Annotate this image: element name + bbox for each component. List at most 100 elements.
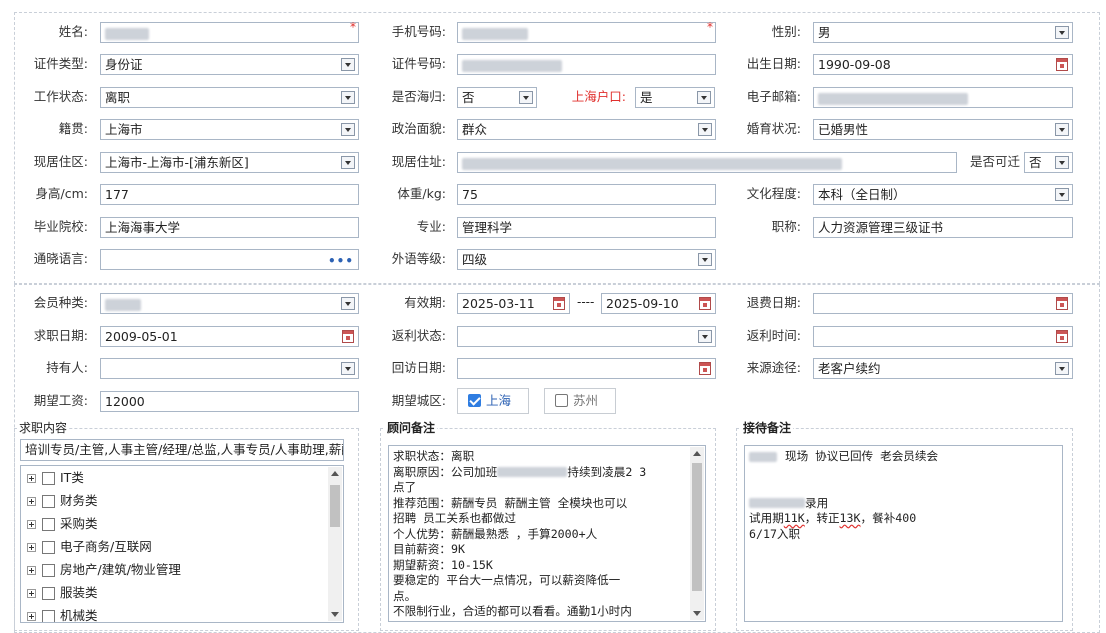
chevron-down-icon[interactable] xyxy=(1055,156,1069,169)
scroll-up-icon[interactable] xyxy=(693,451,701,456)
expand-icon[interactable] xyxy=(27,566,36,575)
validity-end-field[interactable]: 2025-09-10 xyxy=(601,293,716,314)
chevron-down-icon[interactable] xyxy=(341,297,355,310)
name-field[interactable] xyxy=(100,22,359,43)
checkbox-icon[interactable] xyxy=(42,587,55,600)
native-select[interactable]: 上海市 xyxy=(100,119,359,140)
jobdate-field[interactable]: 2009-05-01 xyxy=(100,326,359,347)
chevron-down-icon[interactable] xyxy=(341,362,355,375)
validity-start-field[interactable]: 2025-03-11 xyxy=(457,293,570,314)
calendar-icon[interactable] xyxy=(1056,297,1068,310)
chevron-down-icon[interactable] xyxy=(697,91,711,104)
tree-item[interactable]: 采购类 xyxy=(27,514,98,534)
scroll-thumb[interactable] xyxy=(330,485,340,527)
calendar-icon[interactable] xyxy=(699,362,711,375)
education-select[interactable]: 本科（全日制） xyxy=(813,184,1073,205)
expand-icon[interactable] xyxy=(27,589,36,598)
calendar-icon[interactable] xyxy=(1056,58,1068,71)
workstatus-select[interactable]: 离职 xyxy=(100,87,359,108)
chevron-down-icon[interactable] xyxy=(519,91,533,104)
political-select[interactable]: 群众 xyxy=(457,119,716,140)
expand-icon[interactable] xyxy=(27,612,36,621)
notes-scrollbar[interactable] xyxy=(690,447,704,620)
school-field[interactable]: 上海海事大学 xyxy=(100,217,359,238)
job-selected-field[interactable]: 培训专员/主管,人事主管/经理/总监,人事专员/人事助理,薪酬 xyxy=(20,439,344,461)
chevron-down-icon[interactable] xyxy=(341,58,355,71)
checkbox-checked-icon[interactable] xyxy=(468,394,481,407)
idno-field[interactable] xyxy=(457,54,716,75)
title-field[interactable]: 人力资源管理三级证书 xyxy=(813,217,1073,238)
chevron-down-icon[interactable] xyxy=(341,91,355,104)
tree-item[interactable]: 电子商务/互联网 xyxy=(27,537,152,557)
address-field[interactable] xyxy=(457,152,957,173)
reception-notes-textarea[interactable]: 现场 协议已回传 老会员续会 录用 试用期11K，转正13K，餐补400 6/1… xyxy=(744,445,1063,622)
residence-select[interactable]: 上海市-上海市-[浦东新区] xyxy=(100,152,359,173)
rebate-status-select[interactable] xyxy=(457,326,716,347)
scroll-down-icon[interactable] xyxy=(693,611,701,616)
chevron-down-icon[interactable] xyxy=(698,253,712,266)
holder-select[interactable] xyxy=(100,358,359,379)
birth-date-field[interactable]: 1990-09-08 xyxy=(813,54,1073,75)
scroll-up-icon[interactable] xyxy=(331,471,339,476)
tree-item[interactable]: 财务类 xyxy=(27,491,98,511)
expand-icon[interactable] xyxy=(27,474,36,483)
rebate-time-field[interactable] xyxy=(813,326,1073,347)
expand-icon[interactable] xyxy=(27,520,36,529)
scroll-down-icon[interactable] xyxy=(331,612,339,617)
tree-item[interactable]: 房地产/建筑/物业管理 xyxy=(27,560,181,580)
chevron-down-icon[interactable] xyxy=(341,123,355,136)
foreign-select[interactable]: 四级 xyxy=(457,249,716,270)
relocate-select[interactable]: 否 xyxy=(1024,152,1073,173)
salary-field[interactable]: 12000 xyxy=(100,391,359,412)
refund-date-field[interactable] xyxy=(813,293,1073,314)
checkbox-icon[interactable] xyxy=(555,394,568,407)
tree-item[interactable]: IT类 xyxy=(27,468,84,488)
chevron-down-icon[interactable] xyxy=(341,156,355,169)
birth-label: 出生日期: xyxy=(746,56,801,71)
expand-icon[interactable] xyxy=(27,497,36,506)
scroll-thumb[interactable] xyxy=(692,463,702,591)
calendar-icon[interactable] xyxy=(342,330,354,343)
checkbox-icon[interactable] xyxy=(42,518,55,531)
overseas-label: 是否海归: xyxy=(391,89,446,104)
checkbox-icon[interactable] xyxy=(42,610,55,622)
checkbox-icon[interactable] xyxy=(42,564,55,577)
language-field[interactable]: ••• xyxy=(100,249,359,270)
chevron-down-icon[interactable] xyxy=(698,330,712,343)
school-label: 毕业院校: xyxy=(33,219,88,234)
chevron-down-icon[interactable] xyxy=(1055,188,1069,201)
advisor-notes-textarea[interactable]: 求职状态：离职 离职原因：公司加班 持续到凌晨2 3 点了 推荐范围：薪酬专员 薪… xyxy=(388,445,706,622)
idtype-select[interactable]: 身份证 xyxy=(100,54,359,75)
chevron-down-icon[interactable] xyxy=(1055,123,1069,136)
visit-date-field[interactable] xyxy=(457,358,716,379)
email-field[interactable] xyxy=(813,87,1073,108)
source-select[interactable]: 老客户续约 xyxy=(813,358,1073,379)
validity-start-value: 2025-03-11 xyxy=(462,296,535,311)
calendar-icon[interactable] xyxy=(1056,330,1068,343)
marital-select[interactable]: 已婚男性 xyxy=(813,119,1073,140)
more-icon[interactable]: ••• xyxy=(328,252,354,269)
chevron-down-icon[interactable] xyxy=(1055,26,1069,39)
checkbox-icon[interactable] xyxy=(42,472,55,485)
tree-item[interactable]: 机械类 xyxy=(27,606,98,622)
gender-select[interactable]: 男 xyxy=(813,22,1073,43)
source-label: 来源途径: xyxy=(746,360,801,375)
hukou-select[interactable]: 是 xyxy=(635,87,715,108)
phone-field[interactable] xyxy=(457,22,716,43)
checkbox-icon[interactable] xyxy=(42,495,55,508)
overseas-select[interactable]: 否 xyxy=(457,87,537,108)
member-select[interactable] xyxy=(100,293,359,314)
height-field[interactable]: 177 xyxy=(100,184,359,205)
chevron-down-icon[interactable] xyxy=(698,123,712,136)
tree-scrollbar[interactable] xyxy=(328,467,342,621)
checkbox-icon[interactable] xyxy=(42,541,55,554)
city-option-shanghai[interactable]: 上海 xyxy=(457,388,529,414)
chevron-down-icon[interactable] xyxy=(1055,362,1069,375)
expand-icon[interactable] xyxy=(27,543,36,552)
weight-field[interactable]: 75 xyxy=(457,184,716,205)
calendar-icon[interactable] xyxy=(699,297,711,310)
calendar-icon[interactable] xyxy=(553,297,565,310)
major-field[interactable]: 管理科学 xyxy=(457,217,716,238)
city-option-suzhou[interactable]: 苏州 xyxy=(544,388,616,414)
tree-item[interactable]: 服装类 xyxy=(27,583,98,603)
